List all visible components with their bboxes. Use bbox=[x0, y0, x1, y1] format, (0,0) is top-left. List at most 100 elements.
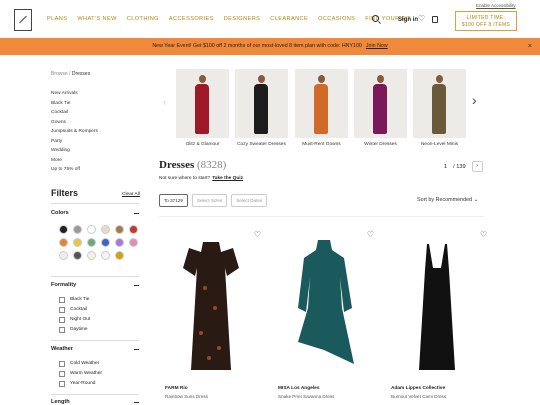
carousel-tile[interactable]: Glitz & Glamour bbox=[176, 69, 229, 147]
collapse-icon[interactable] bbox=[134, 213, 139, 214]
heart-icon[interactable]: ♡ bbox=[480, 230, 487, 239]
nav-clothing[interactable]: CLOTHING bbox=[127, 16, 159, 22]
category-link[interactable]: Wedding bbox=[51, 146, 98, 156]
checkbox-black-tie[interactable]: Black Tie bbox=[59, 295, 90, 305]
checkbox-box[interactable] bbox=[59, 361, 65, 367]
take-quiz-link[interactable]: Take the Quiz bbox=[212, 176, 243, 181]
carousel-image[interactable] bbox=[176, 69, 229, 138]
product-card[interactable]: ♡ FARM Rio Rainbow Suns Dress bbox=[159, 230, 267, 405]
product-card[interactable]: ♡ MISA Los Angeles Snake Print Savanna Dre… bbox=[272, 230, 380, 405]
select-sizes-button[interactable]: Select Sizes bbox=[191, 194, 228, 207]
category-link[interactable]: Gowns bbox=[51, 118, 98, 128]
carousel-prev-icon[interactable]: ‹ bbox=[163, 97, 166, 108]
color-swatch[interactable] bbox=[101, 238, 110, 247]
checkbox-box[interactable] bbox=[59, 371, 65, 377]
product-image[interactable] bbox=[397, 238, 477, 383]
next-page-button[interactable]: › bbox=[471, 161, 483, 172]
category-link[interactable]: Up to 75% off bbox=[51, 165, 98, 175]
checkbox-night-out[interactable]: Night Out bbox=[59, 315, 90, 325]
carousel-tile[interactable]: Must-Rent Gowns bbox=[295, 69, 348, 147]
carousel-label[interactable]: Glitz & Glamour bbox=[176, 142, 229, 147]
checkbox-daytime[interactable]: Daytime bbox=[59, 325, 90, 335]
accessibility-link[interactable]: Enable Accessibility bbox=[476, 3, 516, 8]
collapse-icon[interactable] bbox=[134, 285, 139, 286]
color-swatch[interactable] bbox=[129, 238, 138, 247]
join-now-link[interactable]: Join Now bbox=[366, 43, 388, 49]
color-swatch[interactable] bbox=[101, 225, 110, 234]
color-swatch[interactable] bbox=[73, 251, 82, 260]
carousel-image[interactable] bbox=[295, 69, 348, 138]
logo-icon[interactable] bbox=[14, 9, 32, 31]
checkbox-year-round[interactable]: Year-Round bbox=[59, 379, 102, 389]
nav-clearance[interactable]: CLEARANCE bbox=[270, 16, 308, 22]
heart-icon[interactable]: ♡ bbox=[418, 15, 425, 23]
product-image[interactable] bbox=[284, 238, 364, 383]
zip-button[interactable]: To 37129 bbox=[159, 194, 188, 207]
collapse-icon[interactable] bbox=[134, 349, 139, 350]
breadcrumb-browse[interactable]: Browse bbox=[51, 71, 68, 77]
nav-plans[interactable]: PLANS bbox=[47, 16, 67, 22]
carousel-image[interactable] bbox=[235, 69, 288, 138]
product-name[interactable]: Burnout Velvet Cami Dress bbox=[391, 394, 446, 399]
color-swatch[interactable] bbox=[87, 225, 96, 234]
carousel-tile[interactable]: Neon-Level Minis bbox=[413, 69, 466, 147]
checkbox-box[interactable] bbox=[59, 381, 65, 387]
bag-icon[interactable] bbox=[432, 16, 438, 23]
checkbox-box[interactable] bbox=[59, 317, 65, 323]
sort-dropdown[interactable]: Sort by Recommended ⌄ bbox=[417, 197, 478, 203]
product-brand[interactable]: FARM Rio bbox=[165, 386, 188, 391]
close-icon[interactable]: × bbox=[528, 38, 532, 55]
color-swatch[interactable] bbox=[87, 251, 96, 260]
search-icon[interactable] bbox=[372, 15, 379, 22]
nav-whats-new[interactable]: WHAT'S NEW bbox=[77, 16, 116, 22]
product-brand[interactable]: MISA Los Angeles bbox=[278, 386, 320, 391]
carousel-label[interactable]: Winter Dresses bbox=[354, 142, 407, 147]
sign-in-link[interactable]: Sign in bbox=[398, 17, 418, 23]
color-swatch[interactable] bbox=[59, 251, 68, 260]
carousel-image[interactable] bbox=[413, 69, 466, 138]
color-swatch[interactable] bbox=[129, 225, 138, 234]
checkbox-cold-weather[interactable]: Cold Weather bbox=[59, 359, 102, 369]
product-card[interactable]: ♡ Adam Lippes Collective Burnout Velvet Ca… bbox=[385, 230, 493, 405]
collapse-icon[interactable] bbox=[134, 402, 139, 403]
color-swatch[interactable] bbox=[73, 238, 82, 247]
heart-icon[interactable]: ♡ bbox=[367, 230, 374, 239]
carousel-tile[interactable]: Winter Dresses bbox=[354, 69, 407, 147]
color-swatch[interactable] bbox=[115, 225, 124, 234]
product-brand[interactable]: Adam Lippes Collective bbox=[391, 386, 445, 391]
carousel-next-icon[interactable]: › bbox=[472, 92, 477, 108]
checkbox-warm-weather[interactable]: Warm Weather bbox=[59, 369, 102, 379]
checkbox-box[interactable] bbox=[59, 307, 65, 313]
category-link[interactable]: Jumpsuits & Rompers bbox=[51, 127, 98, 137]
checkbox-cocktail[interactable]: Cocktail bbox=[59, 305, 90, 315]
color-swatch[interactable] bbox=[115, 238, 124, 247]
carousel-label[interactable]: Cozy Sweater Dresses bbox=[235, 142, 288, 147]
category-link[interactable]: Black Tie bbox=[51, 99, 98, 109]
product-name[interactable]: Rainbow Suns Dress bbox=[165, 394, 208, 399]
color-swatch[interactable] bbox=[73, 225, 82, 234]
carousel-label[interactable]: Neon-Level Minis bbox=[413, 142, 466, 147]
product-image[interactable] bbox=[171, 238, 251, 383]
heart-icon[interactable]: ♡ bbox=[254, 230, 261, 239]
color-swatch[interactable] bbox=[87, 238, 96, 247]
checkbox-box[interactable] bbox=[59, 297, 65, 303]
category-link[interactable]: Cocktail bbox=[51, 108, 98, 118]
carousel-image[interactable] bbox=[354, 69, 407, 138]
carousel-tile[interactable]: Cozy Sweater Dresses bbox=[235, 69, 288, 147]
product-name[interactable]: Snake Print Savanna Dress bbox=[278, 394, 334, 399]
nav-accessories[interactable]: ACCESSORIES bbox=[169, 16, 214, 22]
limited-time-button[interactable]: LIMITED TIME: $100 OFF 8 ITEMS bbox=[455, 11, 517, 31]
nav-designers[interactable]: DESIGNERS bbox=[224, 16, 261, 22]
select-dates-button[interactable]: Select Dates bbox=[231, 194, 268, 207]
clear-all-link[interactable]: Clear All bbox=[122, 192, 140, 197]
category-link[interactable]: More bbox=[51, 156, 98, 166]
nav-occasions[interactable]: OCCASIONS bbox=[318, 16, 355, 22]
color-swatch[interactable] bbox=[59, 238, 68, 247]
category-link[interactable]: Party bbox=[51, 137, 98, 147]
category-link[interactable]: New Arrivals bbox=[51, 89, 98, 99]
color-swatch[interactable] bbox=[59, 225, 68, 234]
checkbox-box[interactable] bbox=[59, 327, 65, 333]
color-swatch[interactable] bbox=[115, 251, 124, 260]
carousel-label[interactable]: Must-Rent Gowns bbox=[295, 142, 348, 147]
color-swatch[interactable] bbox=[101, 251, 110, 260]
